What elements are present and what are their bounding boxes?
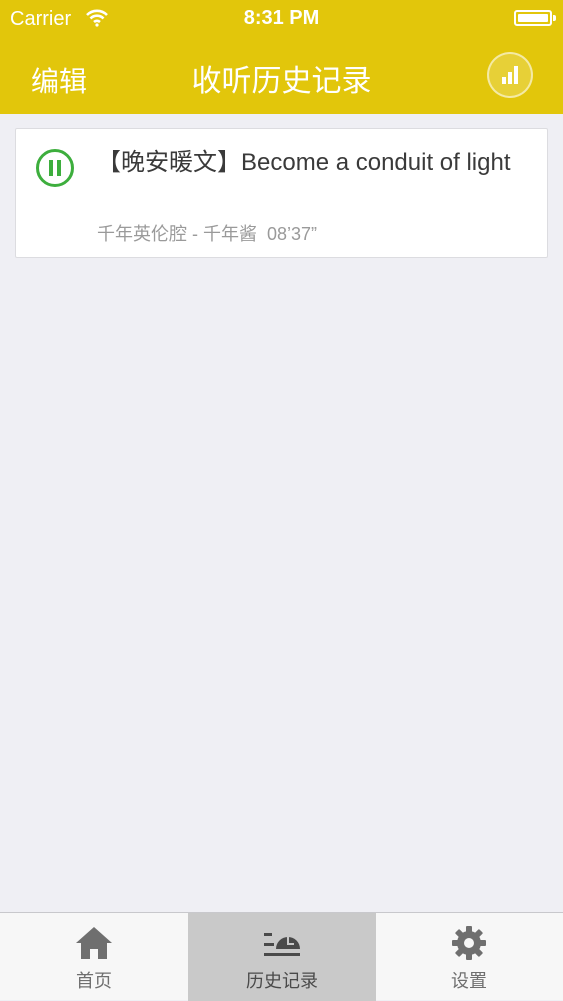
tab-settings[interactable]: 设置 <box>375 913 563 1001</box>
battery-icon <box>514 10 556 26</box>
pause-icon <box>36 149 74 187</box>
tab-bar: 首页 历史记录 设置 <box>0 912 563 1001</box>
pause-button[interactable] <box>35 148 75 188</box>
equalizer-bars-icon <box>502 66 518 84</box>
tab-home-label: 首页 <box>76 971 112 992</box>
episode-title: 【晚安暖文】Become a conduit of light <box>97 149 511 176</box>
gear-icon <box>452 926 486 960</box>
history-list-item[interactable]: 【晚安暖文】Become a conduit of light 千年英伦腔 - … <box>15 128 548 258</box>
tab-settings-label: 设置 <box>451 971 487 992</box>
app-header: Carrier 8:31 PM 编辑 收听历史记录 <box>0 0 563 114</box>
status-bar: Carrier 8:31 PM <box>0 0 563 38</box>
episode-meta: 千年英伦腔 - 千年酱 08’37” <box>97 224 318 244</box>
tab-history[interactable]: 历史记录 <box>188 913 376 1001</box>
home-icon <box>76 927 112 959</box>
tab-history-label: 历史记录 <box>246 971 318 992</box>
navigation-bar: 编辑 收听历史记录 <box>0 38 563 114</box>
page-title: 收听历史记录 <box>191 64 372 99</box>
history-icon <box>264 933 300 956</box>
status-time: 8:31 PM <box>243 7 320 29</box>
tab-home[interactable]: 首页 <box>0 913 188 1001</box>
now-playing-button[interactable] <box>487 52 533 98</box>
